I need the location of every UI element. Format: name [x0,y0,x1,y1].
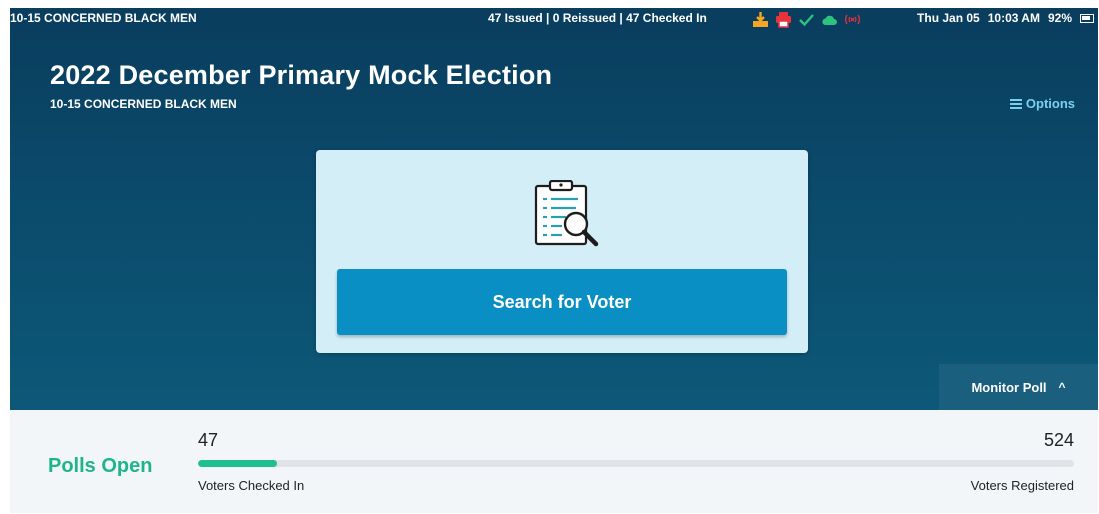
election-title: 2022 December Primary Mock Election [50,60,553,90]
time-text: 10:03 AM [987,11,1040,25]
precinct-name: 10-15 CONCERNED BLACK MEN [10,11,197,25]
menu-icon [1009,98,1022,109]
checkin-progress-bar [198,460,1074,467]
monitor-poll-label: Monitor Poll [971,379,1047,395]
battery-percent: 92% [1047,11,1072,25]
checkin-progress-fill [198,460,277,467]
registered-count: 524 [1043,430,1074,450]
options-label: Options [1025,96,1075,111]
cloud-icon [821,11,838,28]
checked-in-label: Voters Checked In [198,478,305,493]
status-bar: 10-15 CONCERNED BLACK MEN 47 Issued | 0 … [10,8,1098,30]
registered-label: Voters Registered [970,478,1074,493]
monitor-poll-tab[interactable]: Monitor Poll ^ [939,364,1098,410]
battery-icon [1080,13,1094,23]
search-voter-card: Search for Voter [316,150,808,353]
app-screen: 10-15 CONCERNED BLACK MEN 47 Issued | 0 … [10,8,1098,513]
precinct-subtitle: 10-15 CONCERNED BLACK MEN [50,97,237,111]
date-text: Thu Jan 05 [917,11,980,25]
clipboard-search-icon [532,179,604,248]
printer-icon[interactable] [775,11,792,28]
download-icon[interactable] [752,11,769,28]
poll-status-bar: Polls Open 47 524 Voters Checked In Vote… [10,410,1098,513]
header-panel: 10-15 CONCERNED BLACK MEN 47 Issued | 0 … [10,8,1098,410]
search-for-voter-button[interactable]: Search for Voter [337,269,787,335]
chevron-up-icon: ^ [1058,380,1066,394]
options-menu-button[interactable]: Options [1009,96,1075,111]
polls-status: Polls Open [48,455,153,477]
status-icons [752,10,861,28]
status-right: Thu Jan 05 10:03 AM 92% [917,11,1094,25]
ballot-counts: 47 Issued | 0 Reissued | 47 Checked In [488,11,707,25]
checked-in-count: 47 [198,430,219,450]
signal-off-icon [844,11,861,28]
check-icon [798,11,815,28]
